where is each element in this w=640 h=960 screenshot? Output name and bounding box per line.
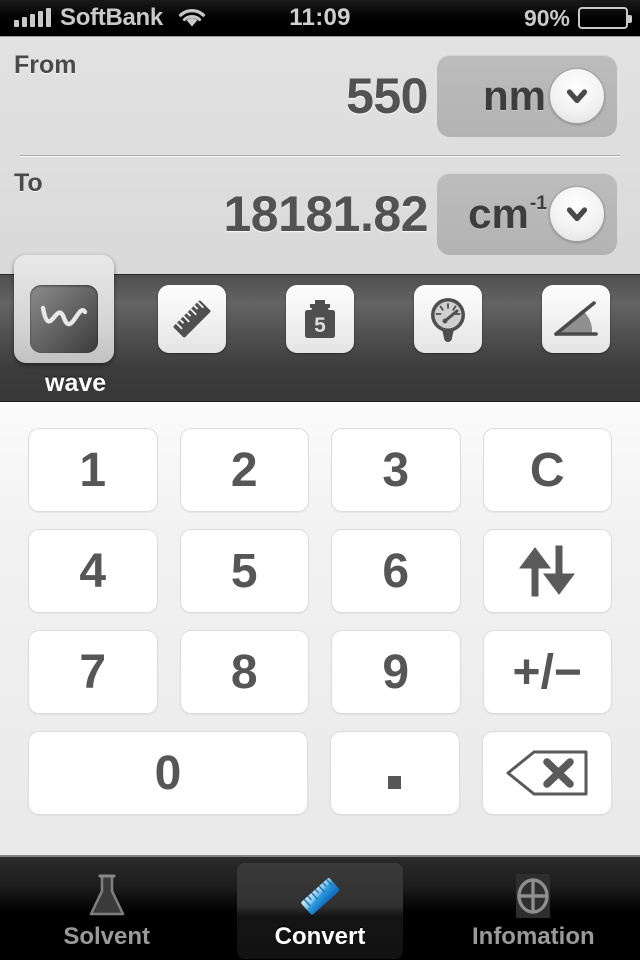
key-swap[interactable] (482, 529, 612, 613)
key-sign-label: +/− (512, 645, 582, 699)
category-selected-label: wave (45, 368, 107, 397)
key-4[interactable]: 4 (28, 529, 158, 613)
ruler-icon (293, 870, 347, 922)
key-1-label: 1 (79, 443, 107, 497)
tab-convert[interactable]: Convert (213, 857, 426, 960)
key-sign[interactable]: +/− (482, 630, 612, 714)
category-bar: 5 wave (0, 255, 640, 402)
tab-convert-inner: Convert (236, 862, 403, 959)
keypad-row-4: 0 (28, 731, 613, 815)
to-unit-superscript: -1 (529, 193, 547, 215)
tab-information[interactable]: Infomation (427, 857, 640, 960)
bottom-tab-bar: Solvent Convert Infomation (0, 855, 640, 960)
to-unit-label: cm -1 (468, 193, 547, 235)
keypad: 1 2 3 C 4 5 6 7 8 9 +/− 0 (0, 402, 640, 857)
key-decimal[interactable] (329, 731, 460, 815)
chevron-down-icon[interactable] (549, 68, 605, 124)
key-3[interactable]: 3 (331, 428, 461, 512)
key-8-label: 8 (230, 645, 258, 699)
tab-information-inner: Infomation (450, 863, 616, 959)
key-0[interactable]: 0 (28, 731, 308, 815)
from-value[interactable]: 550 (346, 67, 428, 125)
crosshair-circle-icon (506, 870, 560, 922)
clock-label: 11:09 (289, 4, 351, 31)
to-value[interactable]: 18181.82 (223, 185, 428, 243)
tab-solvent-label: Solvent (63, 923, 150, 950)
key-clear[interactable]: C (482, 428, 612, 512)
status-bar: SoftBank 11:09 90% (0, 0, 640, 36)
backspace-icon (504, 748, 590, 798)
from-row: From 550 nm (0, 37, 640, 155)
from-unit-label: nm (483, 75, 547, 117)
from-unit-selector[interactable]: nm (437, 55, 617, 137)
from-unit-text: nm (483, 72, 546, 119)
key-7[interactable]: 7 (28, 630, 158, 714)
flask-icon (80, 870, 134, 922)
sine-wave-icon (30, 285, 98, 353)
category-item-length[interactable] (128, 275, 256, 363)
key-1[interactable]: 1 (28, 428, 158, 512)
key-2[interactable]: 2 (179, 428, 309, 512)
weight-icon: 5 (286, 285, 354, 353)
key-0-label: 0 (154, 746, 182, 800)
key-5-label: 5 (230, 544, 258, 598)
key-9[interactable]: 9 (331, 630, 461, 714)
ruler-icon (158, 285, 226, 353)
keypad-row-1: 1 2 3 C (28, 428, 612, 512)
tab-convert-label: Convert (274, 923, 366, 950)
from-label: From (14, 51, 77, 79)
category-item-weight[interactable]: 5 (256, 275, 384, 363)
category-item-wave[interactable] (0, 255, 128, 363)
tab-information-label: Infomation (471, 923, 595, 950)
decimal-point-glyph (388, 775, 402, 789)
conversion-panel: From 550 nm To 18181.82 cm -1 (0, 36, 640, 274)
to-label: To (14, 169, 43, 197)
tab-solvent[interactable]: Solvent (0, 857, 213, 960)
pressure-gauge-icon (414, 285, 482, 353)
chevron-down-icon[interactable] (549, 186, 605, 242)
to-unit-text: cm (468, 190, 529, 237)
keypad-row-2: 4 5 6 (28, 529, 612, 613)
key-7-label: 7 (79, 645, 107, 699)
app-root: SoftBank 11:09 90% From 550 nm To 18181.… (0, 0, 640, 960)
key-2-label: 2 (230, 443, 258, 497)
swap-arrows-icon (517, 543, 577, 599)
key-5[interactable]: 5 (179, 529, 309, 613)
keypad-row-3: 7 8 9 +/− (28, 630, 612, 714)
key-clear-label: C (529, 443, 565, 497)
battery-icon (578, 7, 632, 29)
category-item-pressure[interactable] (384, 275, 512, 363)
key-9-label: 9 (382, 645, 410, 699)
key-backspace[interactable] (481, 731, 613, 815)
key-6-label: 6 (382, 544, 410, 598)
key-3-label: 3 (382, 443, 410, 497)
category-item-angle[interactable] (512, 275, 640, 363)
angle-icon (542, 285, 610, 353)
to-unit-selector[interactable]: cm -1 (437, 173, 617, 255)
key-8[interactable]: 8 (179, 630, 309, 714)
key-6[interactable]: 6 (331, 529, 461, 613)
tab-solvent-inner: Solvent (24, 863, 190, 959)
key-4-label: 4 (79, 544, 107, 598)
category-icon-strip: 5 (0, 255, 640, 363)
svg-text:5: 5 (314, 314, 326, 337)
